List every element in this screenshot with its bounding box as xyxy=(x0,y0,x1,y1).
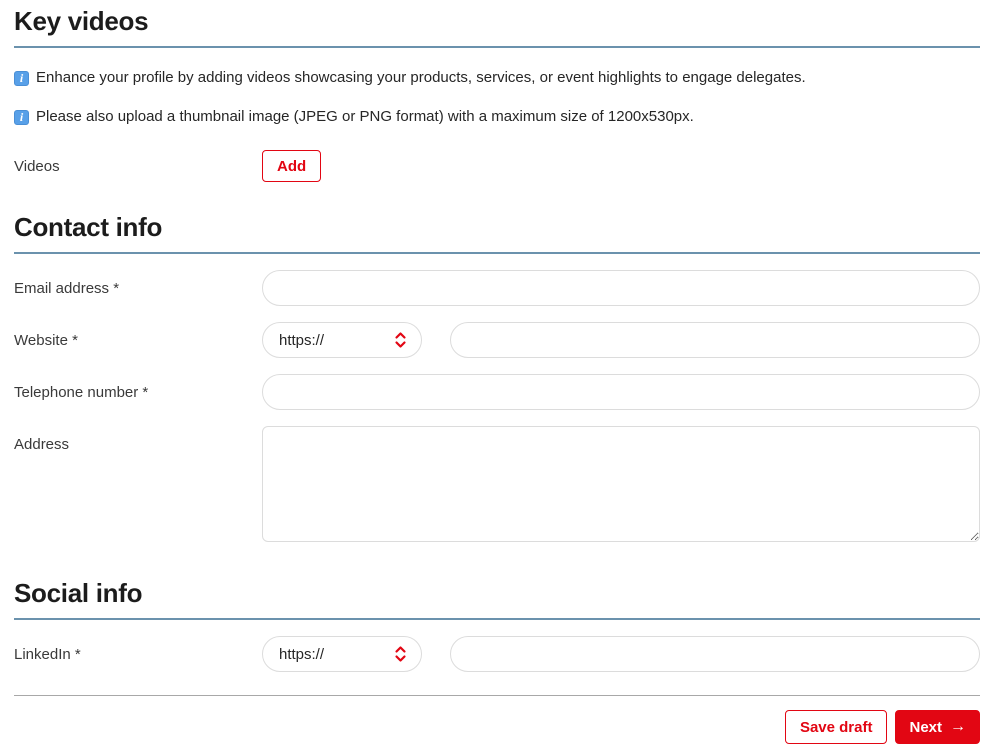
address-textarea[interactable] xyxy=(262,426,980,542)
address-row: Address xyxy=(14,426,980,542)
email-label: Email address * xyxy=(14,280,120,297)
telephone-label: Telephone number * xyxy=(14,384,149,401)
exhibitor-profile-form: Key videos i Enhance your profile by add… xyxy=(0,0,1000,744)
address-field-area xyxy=(262,426,980,542)
info-icon: i xyxy=(14,70,29,86)
telephone-row: Telephone number * xyxy=(14,374,980,410)
email-field-area xyxy=(262,270,980,306)
footer-actions: Save draft Next → xyxy=(14,710,980,744)
section-contact-info: Contact info Email address * Website * h… xyxy=(14,212,980,542)
chevron-up-down-icon xyxy=(394,644,407,664)
info-note-text: Enhance your profile by adding videos sh… xyxy=(36,69,806,86)
videos-row: Videos Add xyxy=(14,150,980,182)
email-row: Email address * xyxy=(14,270,980,306)
section-social-info: Social info LinkedIn * https:// xyxy=(14,578,980,672)
videos-field-area: Add xyxy=(262,150,980,182)
website-row: Website * https:// xyxy=(14,322,980,358)
next-button-label: Next xyxy=(909,718,942,736)
linkedin-row: LinkedIn * https:// xyxy=(14,636,980,672)
add-video-button[interactable]: Add xyxy=(262,150,322,182)
email-input[interactable] xyxy=(262,270,980,306)
next-button[interactable]: Next → xyxy=(895,710,980,744)
website-field-area: https:// xyxy=(262,322,980,358)
social-info-title: Social info xyxy=(14,578,980,620)
info-note-videos: i Enhance your profile by adding videos … xyxy=(14,69,980,87)
info-note-text: Please also upload a thumbnail image (JP… xyxy=(36,108,694,125)
info-note-thumbnail: i Please also upload a thumbnail image (… xyxy=(14,108,980,126)
telephone-field-area xyxy=(262,374,980,410)
save-draft-button[interactable]: Save draft xyxy=(784,710,888,744)
arrow-right-icon: → xyxy=(950,718,966,735)
chevron-up-down-icon xyxy=(394,330,407,350)
address-label: Address xyxy=(14,436,70,453)
contact-info-title: Contact info xyxy=(14,212,980,254)
website-label: Website * xyxy=(14,332,78,349)
linkedin-scheme-select[interactable]: https:// xyxy=(262,636,422,672)
info-icon: i xyxy=(14,109,29,125)
website-url-input[interactable] xyxy=(450,322,980,358)
linkedin-url-input[interactable] xyxy=(450,636,980,672)
website-scheme-select[interactable]: https:// xyxy=(262,322,422,358)
linkedin-label: LinkedIn * xyxy=(14,646,81,663)
key-videos-title: Key videos xyxy=(14,6,980,48)
section-key-videos: Key videos i Enhance your profile by add… xyxy=(14,6,980,182)
linkedin-scheme-value: https:// xyxy=(279,645,325,663)
telephone-input[interactable] xyxy=(262,374,980,410)
videos-label: Videos xyxy=(14,158,60,175)
linkedin-field-area: https:// xyxy=(262,636,980,672)
website-scheme-value: https:// xyxy=(279,331,325,349)
footer-divider xyxy=(14,695,980,696)
